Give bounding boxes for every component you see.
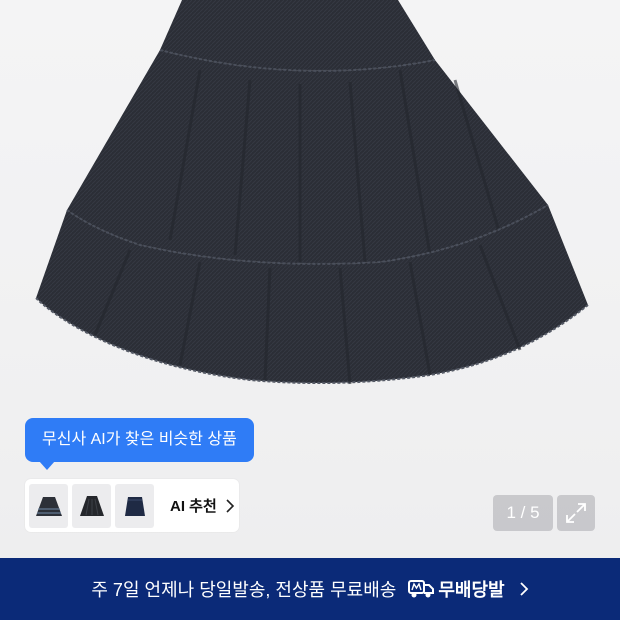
truck-icon — [408, 580, 435, 598]
delivery-banner[interactable]: 주 7일 언제나 당일발송, 전상품 무료배송 무배당발 — [0, 558, 620, 620]
skirt-thumbnail-icon — [35, 496, 62, 516]
chevron-right-icon — [226, 498, 234, 513]
chevron-right-icon — [519, 582, 528, 596]
delivery-brand-label: 무배당발 — [438, 580, 505, 600]
ai-recommend-tooltip: 무신사 AI가 찾은 비슷한 상품 — [25, 418, 254, 470]
image-page-counter: 1 / 5 — [493, 495, 553, 531]
expand-icon — [566, 503, 586, 523]
similar-product-thumb-3[interactable] — [115, 483, 154, 528]
skirt-thumbnail-icon — [79, 495, 104, 516]
ai-recommend-button[interactable]: AI 추천 — [25, 479, 239, 532]
delivery-banner-text: 주 7일 언제나 당일발송, 전상품 무료배송 — [91, 580, 397, 600]
skirt-thumbnail-icon — [124, 496, 145, 516]
similar-product-thumb-1[interactable] — [29, 483, 68, 528]
product-image-viewer[interactable]: 무신사 AI가 찾은 비슷한 상품 AI 추천 1 / 5 — [0, 0, 620, 558]
similar-product-thumb-2[interactable] — [72, 483, 111, 528]
expand-image-button[interactable] — [557, 495, 595, 531]
ai-recommend-label: AI 추천 — [170, 498, 217, 515]
product-image[interactable] — [0, 0, 620, 420]
